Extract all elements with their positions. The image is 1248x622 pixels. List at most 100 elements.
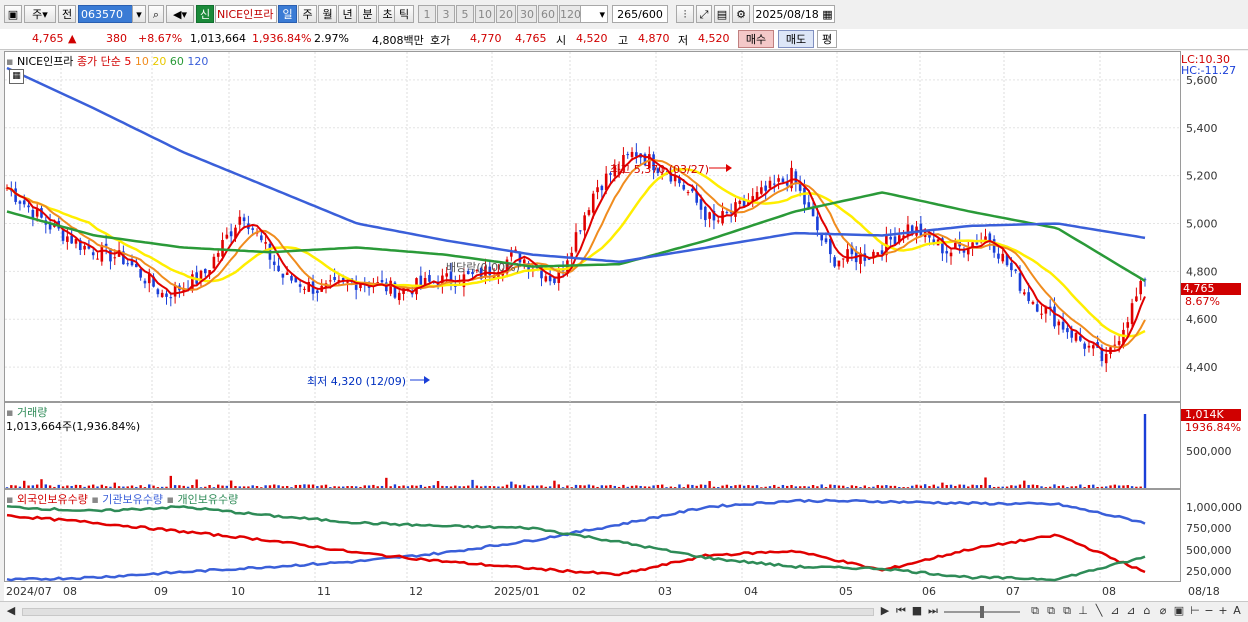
- prev-button[interactable]: 전: [58, 5, 76, 23]
- crosshair-icon[interactable]: ⤢: [696, 5, 712, 23]
- zoom-slider-thumb[interactable]: [980, 606, 984, 618]
- stop-icon[interactable]: ■: [910, 604, 924, 618]
- minute-option-1[interactable]: 1: [418, 5, 436, 23]
- gear-icon[interactable]: ⚙: [732, 5, 750, 23]
- chart-area[interactable]: 5,600 5,400 5,200 5,000 4,800 4,600 4,400 500,0…: [4, 51, 1248, 601]
- count-input[interactable]: 265/600: [612, 5, 668, 23]
- volume-bar: [70, 486, 73, 488]
- volume-bar: [945, 485, 948, 488]
- market-select[interactable]: 주▾: [24, 5, 56, 23]
- candle-type-icon[interactable]: ⫶: [676, 5, 694, 23]
- ruler-icon[interactable]: ⊥: [1076, 604, 1090, 618]
- x-tick: 08: [63, 585, 77, 598]
- minute-option-60[interactable]: 60: [538, 5, 558, 23]
- last-price-label: 4,765: [1181, 283, 1241, 295]
- volume-bar: [820, 484, 823, 488]
- magnet-icon[interactable]: ⌂: [1140, 604, 1154, 618]
- tab-period-2[interactable]: 월: [318, 5, 337, 23]
- search-icon[interactable]: ⌕: [148, 5, 164, 23]
- tab-period-1[interactable]: 주: [298, 5, 317, 23]
- candle-body: [945, 251, 949, 254]
- volume-bar: [178, 485, 181, 488]
- candle-body: [126, 263, 129, 265]
- volume-bar: [311, 484, 315, 488]
- link-icon[interactable]: ⌀: [1156, 604, 1170, 618]
- volume-bar: [643, 486, 647, 488]
- minute-option-120[interactable]: 120: [559, 5, 581, 23]
- image-icon[interactable]: ▣: [1172, 604, 1186, 618]
- volume-bar: [1113, 484, 1117, 488]
- draw-tool-icon[interactable]: ⊿: [1124, 604, 1138, 618]
- save-icon[interactable]: ▤: [714, 5, 730, 23]
- volume-bar: [583, 485, 586, 488]
- volume-bar: [221, 485, 224, 488]
- tab-period-4[interactable]: 분: [358, 5, 377, 23]
- fast-forward-icon[interactable]: ⏭: [926, 604, 940, 618]
- pin-icon[interactable]: ⊢: [1188, 604, 1202, 618]
- volume-bar: [898, 486, 901, 488]
- sell-button[interactable]: 매도: [778, 30, 814, 48]
- minute-option-30[interactable]: 30: [517, 5, 537, 23]
- next-icon[interactable]: ▶: [878, 604, 892, 618]
- volume-bar: [932, 484, 935, 488]
- minute-option-20[interactable]: 20: [496, 5, 516, 23]
- volume-bar: [514, 484, 517, 488]
- count-max: /600: [638, 8, 663, 21]
- volume-bar: [755, 485, 759, 488]
- zoom-out-icon[interactable]: −: [1202, 604, 1216, 618]
- volume-bar: [398, 486, 401, 488]
- window-layout-icon[interactable]: ⧉: [1028, 604, 1042, 618]
- calendar-icon[interactable]: ▦: [822, 8, 832, 21]
- volume-bar: [1061, 485, 1065, 488]
- candle-body: [27, 205, 30, 208]
- bid-price: 4,765: [515, 32, 547, 45]
- candle-body: [579, 230, 582, 232]
- line-tool-icon[interactable]: ╲: [1092, 604, 1106, 618]
- volume-bar: [919, 485, 923, 488]
- volume-bar: [363, 485, 366, 488]
- price-y-tick: 4,800: [1186, 265, 1218, 278]
- date-input[interactable]: 2025/08/18 ▦: [753, 5, 835, 23]
- tab-period-6[interactable]: 틱: [394, 5, 414, 23]
- candle-body: [872, 251, 875, 257]
- volume-bar: [281, 486, 285, 488]
- scrollbar-track[interactable]: [22, 608, 874, 616]
- x-tick: 07: [1006, 585, 1020, 598]
- volume-bar: [139, 485, 142, 488]
- font-size-icon[interactable]: A: [1230, 604, 1244, 618]
- scroll-left-icon[interactable]: ◀: [4, 604, 18, 618]
- tab-period-0[interactable]: 일: [278, 5, 297, 23]
- volume-bar: [238, 486, 241, 488]
- chart-svg[interactable]: 5,6005,4005,2005,0004,8004,6004,400500,0…: [4, 51, 1248, 601]
- volume-bar: [717, 487, 720, 488]
- x-tick: 2024/07: [6, 585, 52, 598]
- tab-period-3[interactable]: 년: [338, 5, 357, 23]
- copy-icon[interactable]: ⧉: [1044, 604, 1058, 618]
- zoom-in-icon[interactable]: +: [1216, 604, 1230, 618]
- paste-icon[interactable]: ⧉: [1060, 604, 1074, 618]
- candle-body: [1014, 269, 1017, 271]
- window-icon[interactable]: ▣: [4, 5, 22, 23]
- legend-ma20: 20: [152, 55, 167, 68]
- volume-y-tick: 500,000: [1186, 445, 1232, 458]
- speaker-icon[interactable]: ◀▾: [166, 5, 194, 23]
- minute-option-5[interactable]: 5: [456, 5, 474, 23]
- minute-option-10[interactable]: 10: [475, 5, 495, 23]
- candle-body: [1070, 330, 1074, 338]
- chart-table-icon[interactable]: ▦: [9, 69, 24, 84]
- volume-bar: [389, 486, 392, 488]
- volume-bar: [445, 486, 448, 488]
- eval-button[interactable]: 평: [817, 30, 837, 48]
- measure-icon[interactable]: ⊿: [1108, 604, 1122, 618]
- volume-bar: [1087, 484, 1091, 488]
- signal-button[interactable]: 신: [196, 5, 214, 23]
- rewind-icon[interactable]: ⏮: [894, 604, 908, 618]
- volume-bar: [393, 484, 397, 488]
- buy-button[interactable]: 매수: [738, 30, 774, 48]
- volume-bar: [850, 485, 854, 488]
- volume-bar: [915, 484, 918, 488]
- code-dropdown-icon[interactable]: ▾: [132, 5, 146, 23]
- minute-option-3[interactable]: 3: [437, 5, 455, 23]
- volume-bar: [652, 485, 655, 488]
- candle-body: [1066, 328, 1069, 333]
